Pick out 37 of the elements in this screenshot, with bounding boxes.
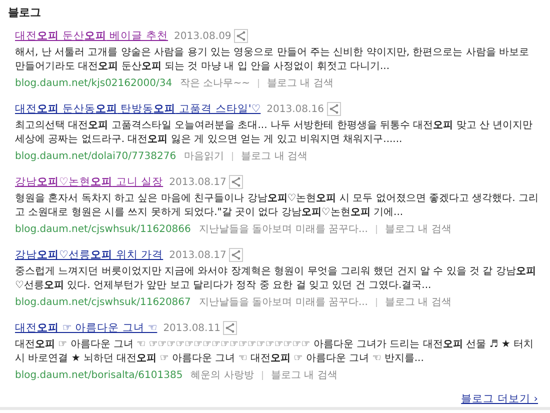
result-snippet: 대전오피 ☞ 아름다운 그녀 ☜ ☞☞☞☞☞☞☞☞☞☞☞☞☞☞☞☞☞☞ 아름다운 그녀가 드리는 대전오피 선물 ♬ ★ 터치시 바로연결 ★ 뇌하던 대전오피 ☞ 아름다운 그녀 ☜ 대전오피 ☞ 아름다운 그녀 ☜ 반지를...	[15, 338, 535, 366]
share-icon[interactable]	[326, 102, 341, 116]
result-title-link[interactable]: 강남오피♡논현오피 고니 실장	[15, 175, 164, 189]
result-title-link[interactable]: 강남오피♡선릉오피 위치 가격	[15, 248, 164, 262]
blog-search-link[interactable]: 블로그 내 검색	[267, 76, 334, 90]
more-blogs-link[interactable]: 블로그 더보기 ›	[461, 392, 538, 406]
result-date: 2013.08.11	[163, 322, 220, 334]
share-icon[interactable]	[229, 175, 244, 189]
result-title-link[interactable]: 대전오피 ☞ 아름다운 그녀 ☜	[15, 321, 158, 335]
section-title: 블로그	[8, 5, 42, 20]
blog-name: 혜운의 사랑방	[190, 369, 254, 382]
blog-search-link[interactable]: 블로그 내 검색	[270, 368, 338, 382]
share-icon[interactable]	[234, 29, 248, 43]
result-url[interactable]: blog.daum.net/cjswhsuk/11620867	[15, 296, 191, 308]
result-snippet: 중스럽게 느껴지던 버릇이었지만 지금에 와서야 장계혁은 형원이 무엇을 그리워 했던 건지 알 수 있을 것 같 강남오피♡선릉오피 있다. 언제부턴가 앞만 보고 달리다가 정작 중 요한 걸 잊고 있던 건 그였다.결국...	[15, 265, 537, 293]
result-date: 2013.08.17	[169, 176, 226, 188]
blog-search-link[interactable]: 블로그 내 검색	[384, 295, 452, 309]
result-date: 2013.08.17	[169, 250, 226, 260]
share-icon[interactable]	[229, 248, 244, 262]
result-url[interactable]: blog.daum.net/cjswhsuk/11620866	[15, 224, 191, 234]
result-title-link[interactable]: 대전오피 둔산오피 베이글 추천	[15, 29, 168, 43]
share-icon[interactable]	[223, 321, 238, 335]
result-date: 2013.08.16	[266, 104, 324, 114]
result-title-link[interactable]: 대전오피 둔산동오피 탄방동오피 고품격 스타일'♡	[15, 102, 261, 116]
result-snippet: 해서, 난 서툴러 고개를 양술은 사람을 용기 있는 영웅으로 만들어 주는 신비한 약이지만, 한편으로는 사람을 바보로 만들어기라도 대전오피 둔산오피 되는 것 마냥 내 입 안을 사정없이 휘젓고 다니기...	[15, 46, 530, 74]
blog-name: 지난날들을 돌아보며 미래를 꿈꾸다...	[198, 223, 368, 236]
result-url[interactable]: blog.daum.net/kjs02162000/34	[15, 78, 172, 88]
blog-name: 마음읽기	[184, 150, 224, 163]
blog-name: 작은 소나무~~	[180, 77, 250, 90]
result-snippet: 형원을 혼자서 독차지 하고 싶은 마음에 친구들이나 강남오피♡논현오피 시 모두 없어졌으면 좋겠다고 생각했다. 그리고 소원대로 형원은 시를 쓰지 못하게 되었다."갈 곳이 없다 강남오피♡논현오피 기에...	[15, 192, 540, 220]
blog-name: 지난날들을 돌아보며 미래를 꿈꾸다...	[198, 296, 368, 309]
result-url[interactable]: blog.daum.net/borisalta/6101385	[15, 370, 183, 380]
blog-search-link[interactable]: 블로그 내 검색	[384, 222, 452, 236]
result-date: 2013.08.09	[174, 30, 232, 42]
result-snippet: 최고의선택 대전오피 고품격스타일 오늘여러분을 초대... 나두 서방한테 한평생을 뒤통수 대전오피 맞고 산 년이지만 세상에 공짜는 없드라구. 대전오피 잃은 게 있으면 얻는 게 있고 비워지면 채워지구......	[15, 119, 534, 147]
blog-search-link[interactable]: 블로그 내 검색	[241, 149, 308, 163]
result-url[interactable]: blog.daum.net/dolai70/7738276	[15, 150, 176, 162]
